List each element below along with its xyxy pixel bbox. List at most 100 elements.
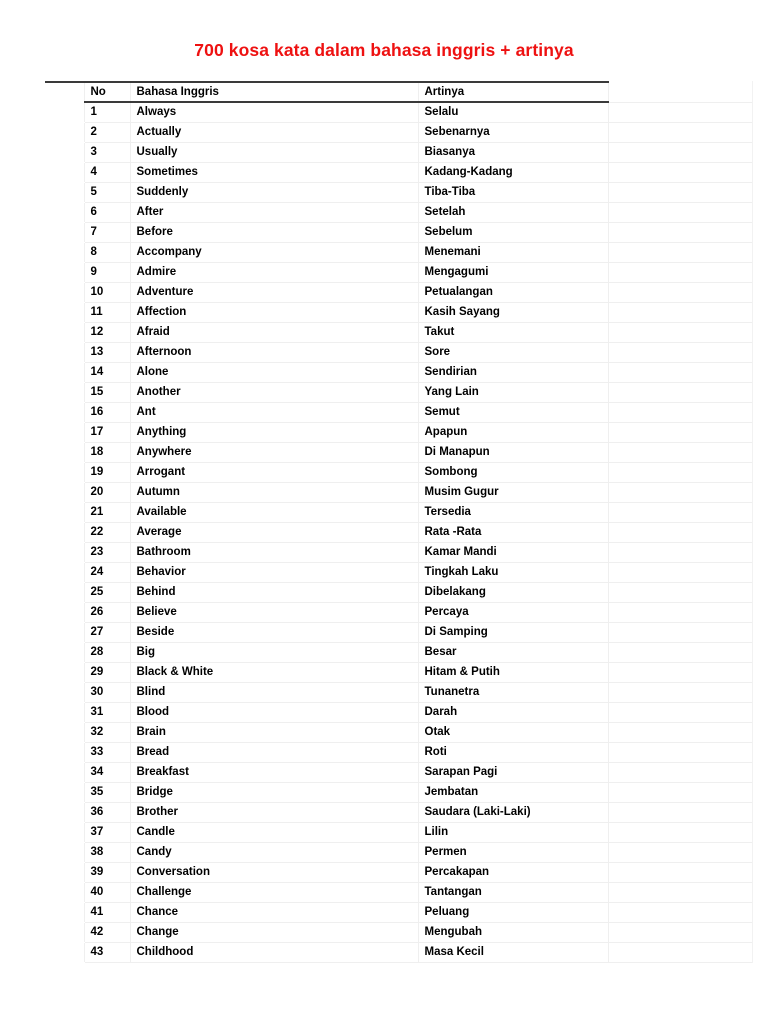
row-spacer-cell <box>45 162 84 182</box>
cell-no: 26 <box>83 602 130 623</box>
cell-indonesian-meaning: Sombong <box>417 462 608 483</box>
table-row: 15 Another Yang Lain <box>45 382 753 403</box>
cell-english-word: Admire <box>129 262 418 283</box>
cell-no: 25 <box>83 582 130 603</box>
cell-english-word: Accompany <box>129 242 418 263</box>
cell-english-word: Breakfast <box>129 762 418 783</box>
row-tail-cell <box>607 222 753 243</box>
cell-english-word: Beside <box>129 622 418 643</box>
cell-indonesian-meaning: Roti <box>417 742 608 763</box>
cell-no: 33 <box>83 742 130 763</box>
table-row: 10 Adventure Petualangan <box>45 282 753 303</box>
cell-english-word: After <box>129 202 418 223</box>
row-spacer-cell <box>45 122 84 142</box>
row-tail-cell <box>607 822 753 843</box>
row-tail-cell <box>607 322 753 343</box>
row-spacer-cell <box>45 382 84 402</box>
cell-english-word: Bathroom <box>129 542 418 563</box>
row-tail-cell <box>607 702 753 723</box>
table-row: 41 Chance Peluang <box>45 902 753 923</box>
row-tail-cell <box>607 942 753 963</box>
table-row: 25 Behind Dibelakang <box>45 582 753 603</box>
cell-indonesian-meaning: Tingkah Laku <box>417 562 608 583</box>
table-row: 34 Breakfast Sarapan Pagi <box>45 762 753 783</box>
cell-indonesian-meaning: Jembatan <box>417 782 608 803</box>
cell-indonesian-meaning: Menemani <box>417 242 608 263</box>
table-row: 43 Childhood Masa Kecil <box>45 942 753 963</box>
table-row: 13 Afternoon Sore <box>45 342 753 363</box>
cell-indonesian-meaning: Di Manapun <box>417 442 608 463</box>
cell-indonesian-meaning: Yang Lain <box>417 382 608 403</box>
row-tail-cell <box>607 502 753 523</box>
row-tail-cell <box>607 882 753 903</box>
row-spacer-cell <box>45 862 84 882</box>
table-row: 18 Anywhere Di Manapun <box>45 442 753 463</box>
cell-english-word: Blood <box>129 702 418 723</box>
row-spacer-cell <box>45 902 84 922</box>
cell-english-word: Affection <box>129 302 418 323</box>
row-tail-cell <box>607 262 753 283</box>
table-row: 17 Anything Apapun <box>45 422 753 443</box>
row-tail-cell <box>607 402 753 423</box>
cell-no: 29 <box>83 662 130 683</box>
table-row: 29 Black & White Hitam & Putih <box>45 662 753 683</box>
row-spacer-cell <box>45 182 84 202</box>
cell-english-word: Brain <box>129 722 418 743</box>
cell-english-word: Alone <box>129 362 418 383</box>
cell-no: 14 <box>83 362 130 383</box>
row-spacer-cell <box>45 602 84 622</box>
cell-no: 10 <box>83 282 130 303</box>
cell-indonesian-meaning: Mengagumi <box>417 262 608 283</box>
row-spacer-cell <box>45 262 84 282</box>
row-spacer-cell <box>45 322 84 342</box>
row-tail-cell <box>607 762 753 783</box>
table-row: 11 Affection Kasih Sayang <box>45 302 753 323</box>
row-tail-cell <box>607 802 753 823</box>
cell-english-word: Ant <box>129 402 418 423</box>
cell-indonesian-meaning: Apapun <box>417 422 608 443</box>
cell-indonesian-meaning: Otak <box>417 722 608 743</box>
cell-english-word: Behind <box>129 582 418 603</box>
cell-english-word: Afternoon <box>129 342 418 363</box>
cell-no: 35 <box>83 782 130 803</box>
cell-indonesian-meaning: Musim Gugur <box>417 482 608 503</box>
cell-indonesian-meaning: Percakapan <box>417 862 608 883</box>
cell-no: 12 <box>83 322 130 343</box>
row-spacer-cell <box>45 342 84 362</box>
table-header: No Bahasa Inggris Artinya <box>45 81 753 103</box>
table-row: 27 Beside Di Samping <box>45 622 753 643</box>
row-tail-cell <box>607 162 753 183</box>
cell-indonesian-meaning: Saudara (Laki-Laki) <box>417 802 608 823</box>
row-spacer-cell <box>45 682 84 702</box>
cell-no: 11 <box>83 302 130 323</box>
table-row: 28 Big Besar <box>45 642 753 663</box>
table-row: 23 Bathroom Kamar Mandi <box>45 542 753 563</box>
table-row: 26 Believe Percaya <box>45 602 753 623</box>
row-tail-cell <box>607 482 753 503</box>
table-row: 12 Afraid Takut <box>45 322 753 343</box>
vocabulary-table-container: No Bahasa Inggris Artinya 1 Always Selalu 2… <box>45 81 753 963</box>
cell-english-word: Behavior <box>129 562 418 583</box>
row-tail-cell <box>607 302 753 323</box>
row-spacer-cell <box>45 142 84 162</box>
cell-indonesian-meaning: Biasanya <box>417 142 608 163</box>
row-spacer-cell <box>45 202 84 222</box>
row-tail-cell <box>607 102 753 123</box>
row-spacer-cell <box>45 562 84 582</box>
row-tail-cell <box>607 522 753 543</box>
table-row: 38 Candy Permen <box>45 842 753 863</box>
cell-english-word: Available <box>129 502 418 523</box>
cell-english-word: Candy <box>129 842 418 863</box>
cell-indonesian-meaning: Semut <box>417 402 608 423</box>
row-spacer-cell <box>45 742 84 762</box>
table-row: 4 Sometimes Kadang-Kadang <box>45 162 753 183</box>
table-row: 2 Actually Sebenarnya <box>45 122 753 143</box>
cell-indonesian-meaning: Sebelum <box>417 222 608 243</box>
cell-english-word: Autumn <box>129 482 418 503</box>
cell-no: 5 <box>83 182 130 203</box>
row-tail-cell <box>607 842 753 863</box>
table-row: 20 Autumn Musim Gugur <box>45 482 753 503</box>
row-tail-cell <box>607 722 753 743</box>
row-spacer-cell <box>45 242 84 262</box>
cell-no: 42 <box>83 922 130 943</box>
